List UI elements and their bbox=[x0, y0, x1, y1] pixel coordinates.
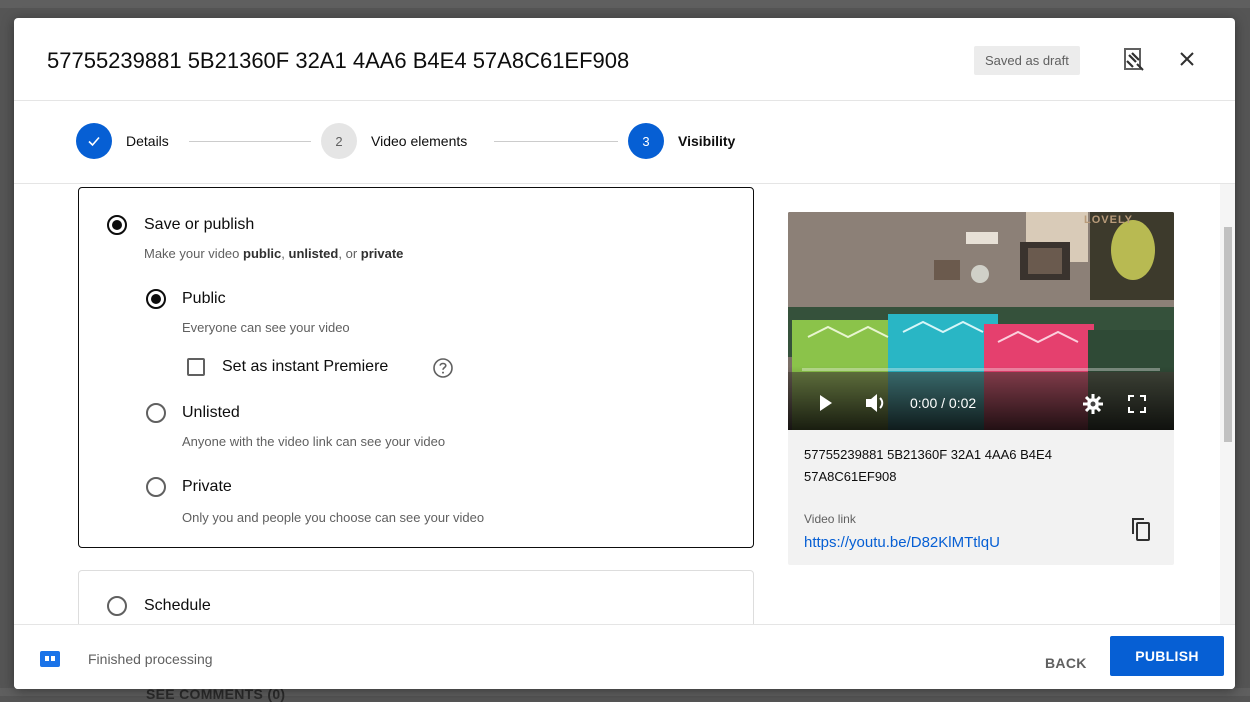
public-desc: Everyone can see your video bbox=[182, 320, 350, 335]
video-link-label: Video link bbox=[804, 512, 856, 526]
check-icon bbox=[76, 123, 112, 159]
video-preview-panel: LOVELY 0:00 / 0:02 57755239881 5B21360F … bbox=[788, 212, 1174, 565]
step-visibility[interactable]: 3 Visibility bbox=[628, 121, 735, 161]
step-connector bbox=[494, 141, 618, 142]
schedule-label: Schedule bbox=[144, 597, 211, 614]
scrollbar[interactable] bbox=[1220, 184, 1235, 624]
video-controls bbox=[788, 366, 1174, 430]
dialog-footer: Finished processing BACK PUBLISH bbox=[14, 624, 1235, 689]
video-time: 0:00 / 0:02 bbox=[910, 395, 977, 411]
help-icon[interactable] bbox=[432, 357, 454, 379]
public-radio[interactable] bbox=[146, 289, 166, 309]
schedule-card[interactable]: Schedule bbox=[78, 570, 754, 624]
video-player[interactable]: LOVELY 0:00 / 0:02 bbox=[788, 212, 1174, 430]
saved-draft-badge: Saved as draft bbox=[974, 46, 1080, 75]
visibility-content: Save or publish Make your video public, … bbox=[14, 184, 1220, 624]
close-icon[interactable] bbox=[1176, 48, 1198, 70]
step-number: 3 bbox=[628, 123, 664, 159]
step-label: Details bbox=[126, 133, 169, 149]
unlisted-desc: Anyone with the video link can see your … bbox=[182, 434, 446, 449]
private-radio[interactable] bbox=[146, 477, 166, 497]
step-details[interactable]: Details bbox=[76, 121, 169, 161]
instant-premiere-label: Set as instant Premiere bbox=[222, 358, 389, 375]
feedback-icon[interactable] bbox=[1122, 47, 1146, 73]
private-desc: Only you and people you choose can see y… bbox=[182, 510, 485, 525]
hd-processing-icon bbox=[40, 651, 60, 667]
unlisted-radio[interactable] bbox=[146, 403, 166, 423]
fullscreen-icon[interactable] bbox=[1128, 395, 1146, 413]
video-progress-bar[interactable] bbox=[802, 368, 1160, 371]
upload-stepper: Details 2 Video elements 3 Visibility bbox=[14, 101, 1235, 184]
save-or-publish-card[interactable]: Save or publish Make your video public, … bbox=[78, 187, 754, 548]
backdrop-top bbox=[0, 0, 1250, 8]
public-label: Public bbox=[182, 290, 226, 307]
processing-status: Finished processing bbox=[88, 651, 213, 667]
schedule-radio[interactable] bbox=[107, 596, 127, 616]
upload-dialog: 57755239881 5B21360F 32A1 4AA6 B4E4 57A8… bbox=[14, 18, 1235, 689]
back-button[interactable]: BACK bbox=[1033, 645, 1099, 681]
dialog-header: 57755239881 5B21360F 32A1 4AA6 B4E4 57A8… bbox=[14, 18, 1235, 101]
step-video-elements[interactable]: 2 Video elements bbox=[321, 121, 467, 161]
save-or-publish-radio[interactable] bbox=[107, 215, 127, 235]
save-or-publish-label: Save or publish bbox=[144, 216, 255, 233]
step-label: Visibility bbox=[678, 133, 736, 149]
play-icon[interactable] bbox=[818, 394, 834, 412]
volume-icon[interactable] bbox=[864, 392, 888, 414]
preview-video-title: 57755239881 5B21360F 32A1 4AA6 B4E4 57A8… bbox=[804, 447, 1052, 484]
save-or-publish-desc: Make your video public, unlisted, or pri… bbox=[144, 246, 404, 261]
step-label: Video elements bbox=[371, 133, 468, 149]
dialog-title: 57755239881 5B21360F 32A1 4AA6 B4E4 57A8… bbox=[47, 48, 630, 73]
scrollbar-thumb[interactable] bbox=[1224, 227, 1232, 442]
publish-button[interactable]: PUBLISH bbox=[1110, 636, 1224, 676]
step-number: 2 bbox=[321, 123, 357, 159]
instant-premiere-checkbox[interactable] bbox=[187, 358, 205, 376]
thumbnail-sign-text: LOVELY bbox=[1084, 214, 1133, 226]
step-connector bbox=[189, 141, 311, 142]
private-label: Private bbox=[182, 478, 232, 495]
video-link[interactable]: https://youtu.be/D82KlMTtlqU bbox=[804, 534, 1000, 551]
settings-gear-icon[interactable] bbox=[1082, 393, 1104, 415]
unlisted-label: Unlisted bbox=[182, 404, 240, 421]
copy-icon[interactable] bbox=[1128, 516, 1152, 542]
